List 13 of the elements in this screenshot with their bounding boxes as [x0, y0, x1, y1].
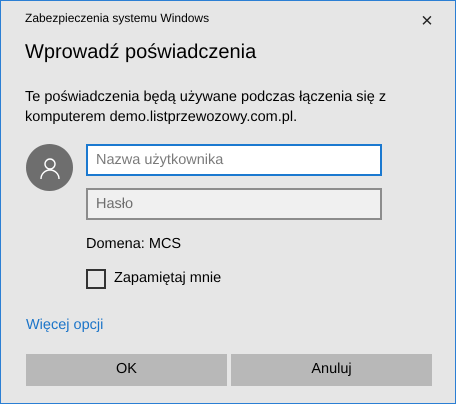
domain-label: Domena: MCS [86, 235, 182, 254]
checkbox-label: Zapamiętaj mnie [114, 269, 222, 288]
dialog-heading: Wprowadź poświadczenia [24, 40, 258, 65]
window-title: Zabezpieczenia systemu Windows [25, 10, 210, 27]
cancel-button[interactable]: Anuluj [231, 354, 432, 386]
text-field[interactable]: Hasło [86, 188, 382, 220]
text-field[interactable]: Nazwa użytkownika [86, 144, 382, 176]
user-avatar-icon [26, 144, 73, 191]
ok-button[interactable]: OK [26, 354, 227, 386]
remember-checkbox[interactable] [86, 268, 106, 289]
more-options-link[interactable]: Więcej opcji [26, 314, 104, 336]
description-text: Te poświadczenia będą używane podczas łączenia się z komputerem demo.listprzewozowy.com.pl. [24, 88, 388, 127]
close-button[interactable]: × [415, 9, 439, 33]
